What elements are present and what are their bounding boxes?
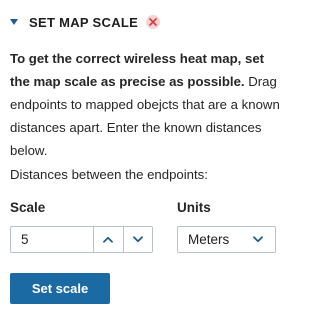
panel-title: SET MAP SCALE [29, 14, 139, 30]
scale-label: Scale [10, 200, 46, 215]
close-button[interactable] [146, 15, 161, 29]
caret-down-icon[interactable] [10, 19, 18, 25]
instructions: To get the correct wireless heat map, se… [10, 47, 282, 162]
increment-button[interactable] [93, 227, 123, 252]
chevron-down-icon [132, 236, 143, 243]
scale-input[interactable] [11, 227, 93, 252]
set-scale-button[interactable]: Set scale [10, 273, 110, 304]
instructions-bold: To get the correct wireless heat map, se… [10, 51, 265, 89]
chevron-down-icon [253, 236, 263, 243]
scale-stepper [10, 226, 153, 253]
units-select[interactable]: Meters [177, 226, 276, 253]
set-map-scale-panel: SET MAP SCALE To get the correct wireles… [0, 0, 288, 314]
decrement-button[interactable] [122, 227, 153, 252]
close-icon [149, 18, 157, 26]
units-selected-value: Meters [188, 232, 230, 247]
units-label: Units [177, 200, 211, 215]
panel-header: SET MAP SCALE [10, 12, 161, 32]
distances-label: Distances between the endpoints: [10, 167, 208, 182]
chevron-up-icon [103, 236, 114, 243]
